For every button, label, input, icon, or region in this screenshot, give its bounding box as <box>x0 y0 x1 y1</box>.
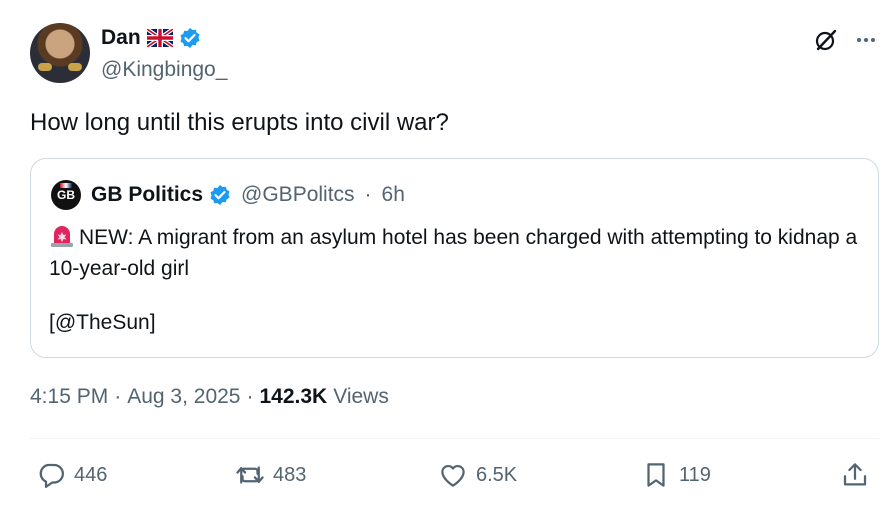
tweet-time[interactable]: 4:15 PM <box>30 385 108 409</box>
quoted-avatar-flag <box>60 183 72 188</box>
share-button[interactable] <box>840 459 870 491</box>
retweet-icon <box>236 466 264 484</box>
reply-count: 446 <box>74 463 108 486</box>
action-bar: 446 483 6.5K 119 <box>30 459 879 491</box>
retweet-button[interactable]: 483 <box>235 459 306 491</box>
author-name-row: Dan <box>101 26 201 50</box>
tweet-header: Dan @Kingbingo_ <box>30 22 880 84</box>
quoted-handle: @GBPolitcs <box>241 183 355 206</box>
grok-icon[interactable] <box>814 28 838 52</box>
bookmark-icon <box>647 463 665 487</box>
quoted-tweet[interactable]: GB GB Politics @GBPolitcs · 6h NEW: A mi… <box>30 158 879 358</box>
like-count: 6.5K <box>476 463 518 486</box>
quoted-avatar-text: GB <box>57 188 75 202</box>
quoted-avatar: GB <box>51 180 81 210</box>
bookmark-button[interactable]: 119 <box>641 459 711 491</box>
retweet-count: 483 <box>273 463 307 486</box>
views-label: Views <box>333 385 389 408</box>
quoted-header: GB GB Politics @GBPolitcs · 6h <box>51 180 405 210</box>
tweet-meta: 4:15 PM · Aug 3, 2025 · 142.3K Views <box>30 385 389 409</box>
meta-separator: · <box>114 385 122 408</box>
tweet-date[interactable]: Aug 3, 2025 <box>127 385 240 409</box>
share-icon <box>843 463 867 486</box>
avatar-detail <box>68 63 82 71</box>
quoted-separator: · <box>364 183 372 206</box>
quoted-body: NEW: A migrant from an asylum hotel has … <box>49 222 864 284</box>
siren-icon <box>51 226 73 247</box>
more-icon[interactable] <box>854 28 878 52</box>
author-handle[interactable]: @Kingbingo_ <box>101 58 227 82</box>
reply-button[interactable]: 446 <box>36 459 107 491</box>
reply-icon <box>39 463 64 488</box>
quoted-time: 6h <box>381 183 405 206</box>
tweet-text: How long until this erupts into civil wa… <box>30 109 449 136</box>
avatar[interactable] <box>30 23 90 83</box>
quoted-source: [@TheSun] <box>49 311 156 334</box>
divider <box>30 438 879 439</box>
author-display-name[interactable]: Dan <box>101 26 141 50</box>
quoted-display-name: GB Politics <box>91 183 204 206</box>
like-button[interactable]: 6.5K <box>438 459 517 491</box>
bookmark-count: 119 <box>679 463 711 486</box>
verified-badge-icon <box>210 185 230 205</box>
like-icon <box>441 464 465 487</box>
avatar-detail <box>38 63 52 71</box>
views-count: 142.3K <box>259 385 328 408</box>
verified-badge-icon <box>180 28 200 48</box>
quoted-body-text: NEW: A migrant from an asylum hotel has … <box>49 226 858 280</box>
tweet-top-actions <box>814 28 878 52</box>
uk-flag-icon <box>146 29 173 47</box>
meta-separator: · <box>246 385 254 408</box>
